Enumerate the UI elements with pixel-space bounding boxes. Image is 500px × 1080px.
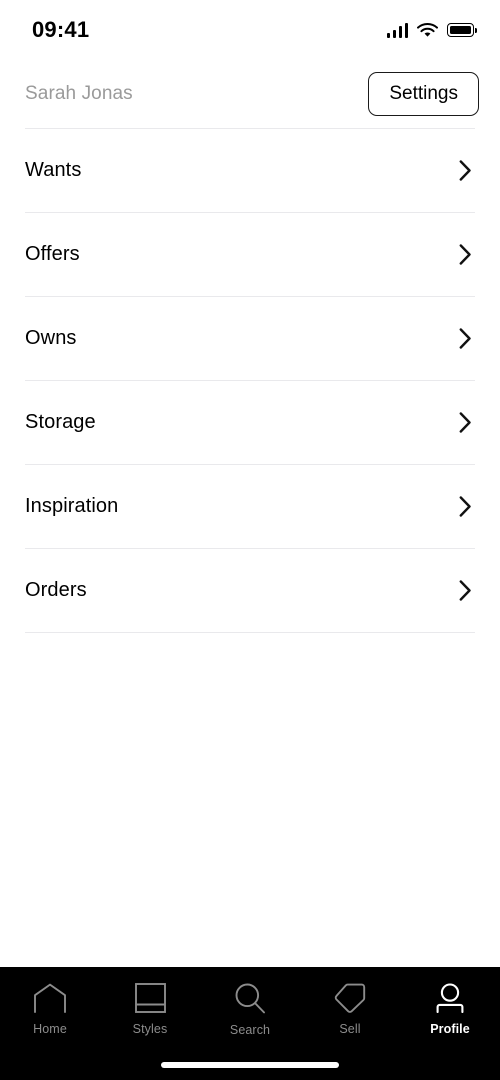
chevron-right-icon: [459, 244, 479, 265]
menu-item-owns[interactable]: Owns: [0, 297, 500, 380]
bottom-tab-bar: Home Styles Search Sell Profile: [0, 967, 500, 1080]
tab-styles[interactable]: Styles: [100, 983, 200, 1036]
menu-item-inspiration[interactable]: Inspiration: [0, 465, 500, 548]
tab-home[interactable]: Home: [0, 983, 100, 1036]
menu-item-label: Storage: [25, 411, 96, 433]
home-indicator[interactable]: [161, 1062, 339, 1068]
status-icons: [386, 22, 477, 38]
menu-item-wants[interactable]: Wants: [0, 129, 500, 212]
tab-label: Styles: [132, 1022, 168, 1036]
battery-full-icon: [447, 23, 477, 37]
menu-item-orders[interactable]: Orders: [0, 549, 500, 632]
divider: [25, 632, 475, 633]
profile-menu-list: Wants Offers Owns Storage Inspiration Or…: [0, 128, 500, 633]
menu-item-storage[interactable]: Storage: [0, 381, 500, 464]
chevron-right-icon: [459, 580, 479, 601]
tab-sell[interactable]: Sell: [300, 983, 400, 1036]
tab-search[interactable]: Search: [200, 983, 300, 1037]
search-icon: [234, 983, 266, 1014]
menu-item-label: Offers: [25, 243, 80, 265]
menu-item-label: Inspiration: [25, 495, 119, 517]
profile-header: Sarah Jonas Settings: [0, 60, 500, 128]
wifi-icon: [417, 22, 438, 38]
profile-screen: 09:41 Sarah Jonas Settings Wants Offers …: [0, 0, 500, 1080]
settings-button[interactable]: Settings: [368, 72, 479, 116]
tab-label: Profile: [430, 1022, 470, 1036]
tab-label: Home: [33, 1022, 67, 1036]
status-time: 09:41: [32, 17, 90, 42]
chevron-right-icon: [459, 496, 479, 517]
menu-item-label: Wants: [25, 159, 82, 181]
chevron-right-icon: [459, 328, 479, 349]
person-icon: [435, 983, 465, 1013]
chevron-right-icon: [459, 160, 479, 181]
signal-bars-icon: [386, 22, 408, 38]
menu-item-label: Owns: [25, 327, 77, 349]
menu-item-label: Orders: [25, 579, 87, 601]
username-label: Sarah Jonas: [25, 83, 133, 104]
tab-profile[interactable]: Profile: [400, 983, 500, 1036]
menu-item-offers[interactable]: Offers: [0, 213, 500, 296]
tag-icon: [334, 983, 366, 1013]
chevron-right-icon: [459, 412, 479, 433]
tab-label: Sell: [339, 1022, 361, 1036]
home-icon: [33, 983, 67, 1013]
tab-label: Search: [229, 1023, 271, 1037]
status-bar: 09:41: [0, 0, 500, 60]
styles-card-icon: [134, 983, 166, 1013]
